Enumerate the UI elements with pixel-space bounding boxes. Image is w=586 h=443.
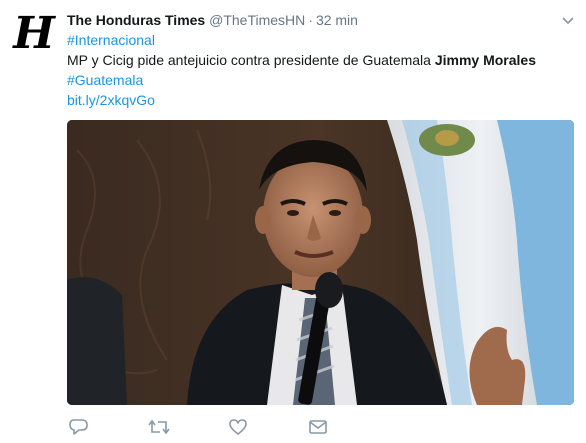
like-icon[interactable] (227, 416, 251, 438)
tweet-line-2: MP y Cicig pide antejuicio contra presid… (67, 50, 577, 70)
tweet-timestamp[interactable]: 32 min (316, 12, 358, 28)
tweet-line-1: #Internacional (67, 30, 577, 50)
retweet-icon[interactable] (147, 416, 171, 438)
hashtag-internacional[interactable]: #Internacional (67, 32, 155, 48)
tweet-actions (67, 416, 367, 438)
tweet-content: The Honduras Times @TheTimesHN · 32 min #I… (67, 10, 577, 110)
hashtag-guatemala[interactable]: #Guatemala (67, 72, 143, 88)
photo-illustration (67, 120, 574, 405)
avatar-logo-letter: H (13, 8, 55, 59)
tweet-header: The Honduras Times @TheTimesHN · 32 min (67, 10, 577, 30)
author-name[interactable]: The Honduras Times (67, 12, 205, 28)
tweet-line-3: #Guatemala (67, 70, 577, 90)
tweet-media-photo[interactable] (67, 120, 574, 405)
short-link[interactable]: bit.ly/2xkqvGo (67, 92, 155, 108)
tweet-text: MP y Cicig pide antejuicio contra presid… (67, 52, 435, 68)
reply-icon[interactable] (67, 416, 91, 438)
separator-dot: · (308, 12, 313, 28)
author-handle[interactable]: @TheTimesHN (209, 12, 305, 28)
flag-emblem (419, 124, 475, 156)
tweet-line-4: bit.ly/2xkqvGo (67, 90, 577, 110)
avatar[interactable]: H (12, 12, 56, 56)
tweet-text-bold: Jimmy Morales (434, 52, 537, 68)
direct-message-icon[interactable] (307, 416, 331, 438)
